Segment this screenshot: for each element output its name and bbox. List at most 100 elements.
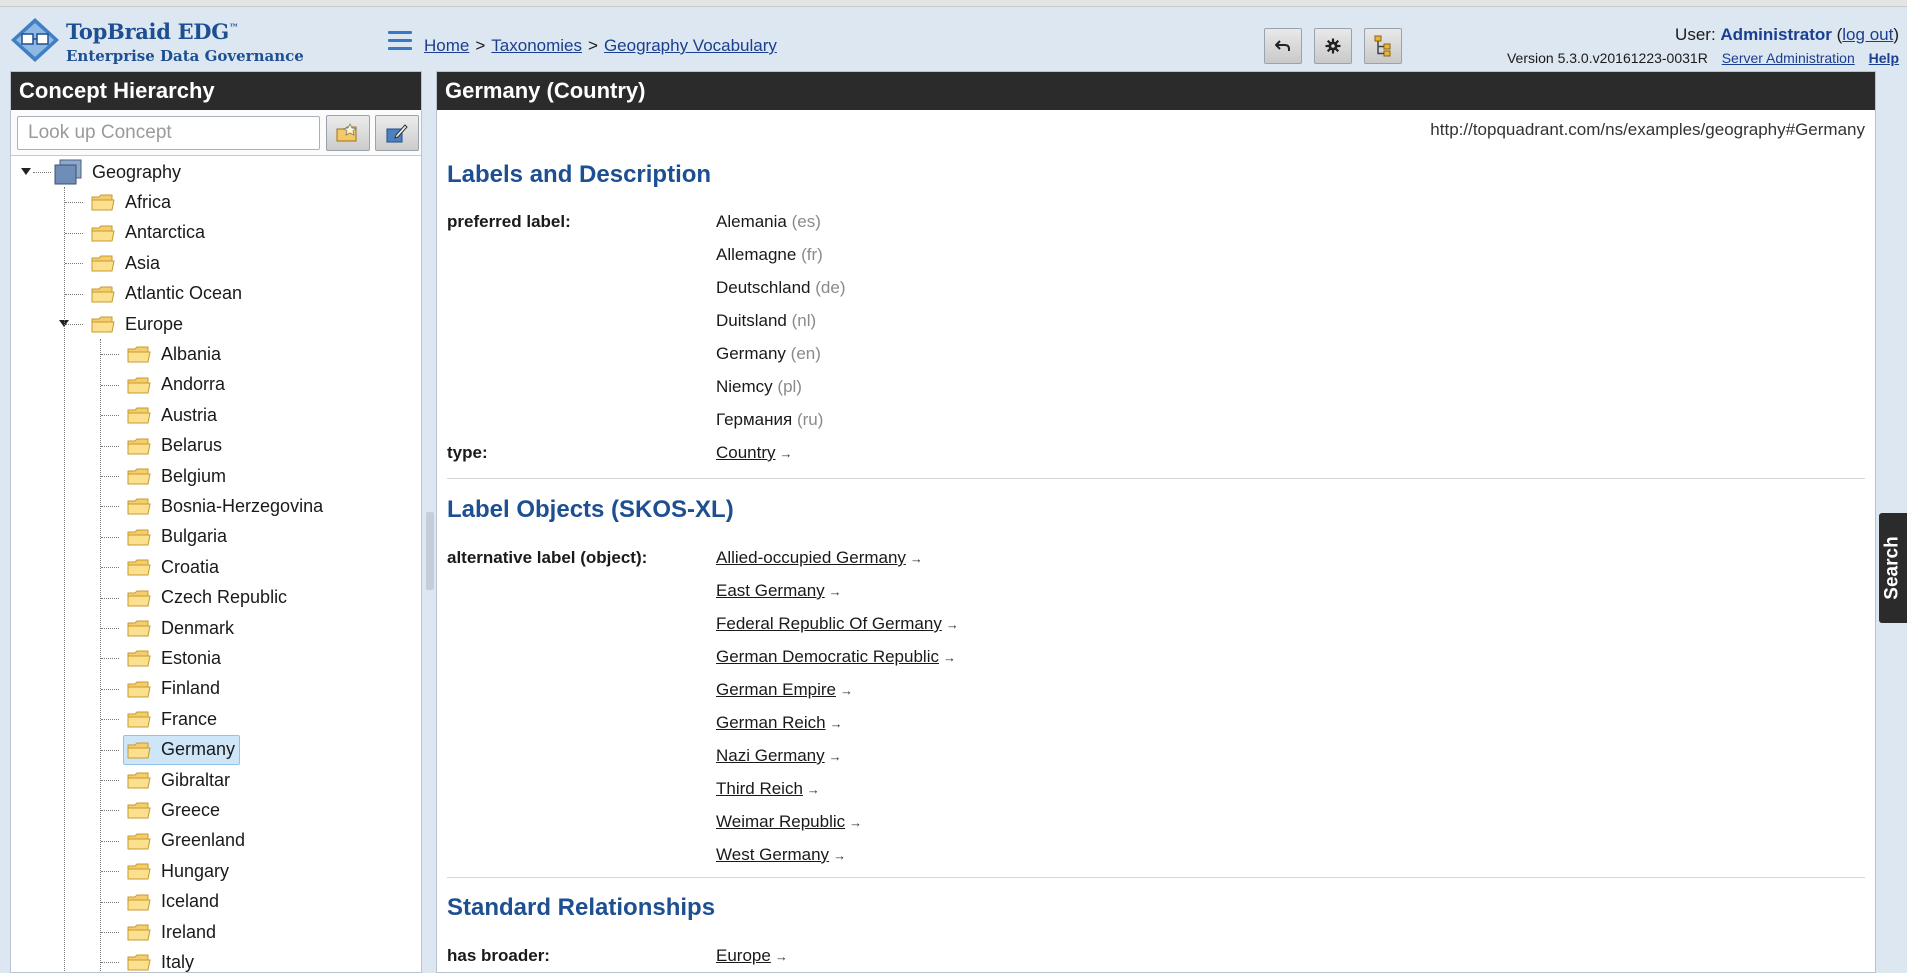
alternative-label-link[interactable]: Third Reich: [716, 779, 803, 798]
arrow-icon: →: [849, 815, 863, 830]
tree-node-bosnia-herzegovina[interactable]: Bosnia-Herzegovina: [127, 491, 327, 521]
language-tag: (en): [790, 344, 821, 363]
preferred-label-value: Allemagne (fr): [716, 245, 823, 265]
tree-node-europe[interactable]: Europe: [91, 309, 187, 339]
tree-connector: [65, 263, 83, 265]
logo-subtitle: Enterprise Data Governance: [66, 47, 304, 65]
logout-link[interactable]: log out: [1842, 25, 1893, 44]
tree-node-italy[interactable]: Italy: [127, 947, 198, 972]
arrow-icon: →: [774, 949, 788, 964]
broader-link-europe[interactable]: Europe: [716, 946, 771, 965]
tree-node-geography[interactable]: Geography: [54, 157, 185, 187]
tree-node-label: Asia: [125, 252, 161, 273]
tree-connector: [65, 293, 83, 295]
folder-icon: [127, 681, 151, 698]
tree-connector: [101, 688, 119, 690]
folder-icon: [127, 407, 151, 424]
alternative-label-link[interactable]: German Reich: [716, 713, 826, 732]
alternative-label-link[interactable]: Allied-occupied Germany: [716, 548, 906, 567]
tree-node-iceland[interactable]: Iceland: [127, 887, 223, 917]
tree-node-greece[interactable]: Greece: [127, 795, 224, 825]
help-link[interactable]: Help: [1869, 50, 1899, 66]
label-text: Allemagne: [716, 245, 797, 264]
tree-node-hungary[interactable]: Hungary: [127, 856, 233, 886]
create-concept-button[interactable]: [326, 115, 370, 151]
tree-node-germany[interactable]: Germany: [123, 734, 241, 765]
alternative-label-link[interactable]: East Germany: [716, 581, 825, 600]
tree-node-label: Greece: [161, 799, 221, 820]
folder-icon: [127, 711, 151, 728]
type-value: Country →: [716, 443, 793, 463]
tree-node-croatia[interactable]: Croatia: [127, 552, 223, 582]
tree-node-label: Europe: [125, 313, 184, 334]
tree-node-finland[interactable]: Finland: [127, 674, 224, 704]
tree-expander-icon[interactable]: [21, 168, 31, 175]
browser-top-strip: [0, 0, 1907, 7]
tree-node-ireland[interactable]: Ireland: [127, 917, 220, 947]
tree-connector: [101, 384, 119, 386]
breadcrumb-home[interactable]: Home: [424, 36, 469, 55]
folder-icon: [127, 377, 151, 394]
tree-node-estonia[interactable]: Estonia: [127, 643, 225, 673]
tree-connector: [101, 445, 119, 447]
label-text: Niemcy: [716, 377, 773, 396]
arrow-icon: →: [779, 446, 793, 461]
preferred-label-value: Германия (ru): [716, 410, 823, 430]
tree-node-greenland[interactable]: Greenland: [127, 826, 249, 856]
folder-icon: [127, 529, 151, 546]
tree-node-france[interactable]: France: [127, 704, 221, 734]
alternative-label-link[interactable]: Weimar Republic: [716, 812, 845, 831]
panel-splitter[interactable]: [426, 512, 434, 590]
folder-icon: [91, 255, 115, 272]
alternative-label-link[interactable]: Nazi Germany: [716, 746, 825, 765]
edit-concept-button[interactable]: [375, 115, 419, 151]
tree-node-label: Bulgaria: [161, 526, 228, 547]
label-text: Duitsland: [716, 311, 787, 330]
tree-node-belgium[interactable]: Belgium: [127, 461, 230, 491]
tree-connector: [101, 415, 119, 417]
tree-node-austria[interactable]: Austria: [127, 400, 221, 430]
tree-node-bulgaria[interactable]: Bulgaria: [127, 522, 231, 552]
tree-node-andorra[interactable]: Andorra: [127, 370, 229, 400]
tree-node-denmark[interactable]: Denmark: [127, 613, 238, 643]
alternative-label-value: Third Reich →: [716, 779, 820, 799]
tree-node-atlantic-ocean[interactable]: Atlantic Ocean: [91, 279, 246, 309]
lookup-row: [11, 110, 421, 156]
tree-node-asia[interactable]: Asia: [91, 248, 164, 278]
language-tag: (pl): [777, 377, 802, 396]
app-logo[interactable]: TopBraid EDG™ Enterprise Data Governance: [10, 13, 310, 65]
hamburger-menu-icon[interactable]: [388, 31, 412, 51]
alternative-label-link[interactable]: Federal Republic Of Germany: [716, 614, 942, 633]
folder-icon: [127, 772, 151, 789]
alternative-label-link[interactable]: German Democratic Republic: [716, 647, 939, 666]
section-labels-and-description: Labels and Description: [447, 161, 712, 188]
tree-node-africa[interactable]: Africa: [91, 187, 175, 217]
lookup-concept-input[interactable]: [17, 116, 320, 150]
server-administration-link[interactable]: Server Administration: [1722, 50, 1855, 66]
tree-node-belarus[interactable]: Belarus: [127, 431, 226, 461]
hierarchy-button[interactable]: [1364, 28, 1402, 64]
tree-node-label: Andorra: [161, 374, 226, 395]
breadcrumb-geography-vocabulary[interactable]: Geography Vocabulary: [604, 36, 777, 55]
folder-icon: [127, 346, 151, 363]
tree-connector: [101, 871, 119, 873]
tree-connector: [101, 628, 119, 629]
breadcrumb-taxonomies[interactable]: Taxonomies: [491, 36, 582, 55]
tree-node-gibraltar[interactable]: Gibraltar: [127, 765, 234, 795]
preferred-label-value: Germany (en): [716, 344, 821, 364]
alternative-label-link[interactable]: West Germany: [716, 845, 829, 864]
arrow-icon: →: [839, 683, 853, 698]
folder-icon: [91, 194, 115, 211]
type-title: type:: [447, 443, 488, 462]
tree-node-albania[interactable]: Albania: [127, 339, 225, 369]
tree-node-czech-republic[interactable]: Czech Republic: [127, 583, 291, 613]
tree-node-label: Geography: [92, 161, 182, 182]
undo-button[interactable]: [1264, 28, 1302, 64]
settings-button[interactable]: [1314, 28, 1352, 64]
folder-icon: [127, 468, 151, 485]
alternative-label-link[interactable]: German Empire: [716, 680, 836, 699]
tree-node-antarctica[interactable]: Antarctica: [91, 218, 209, 248]
concept-title: Germany (Country): [437, 72, 1875, 110]
type-link-country[interactable]: Country: [716, 443, 776, 462]
search-side-tab[interactable]: Search: [1879, 513, 1907, 623]
